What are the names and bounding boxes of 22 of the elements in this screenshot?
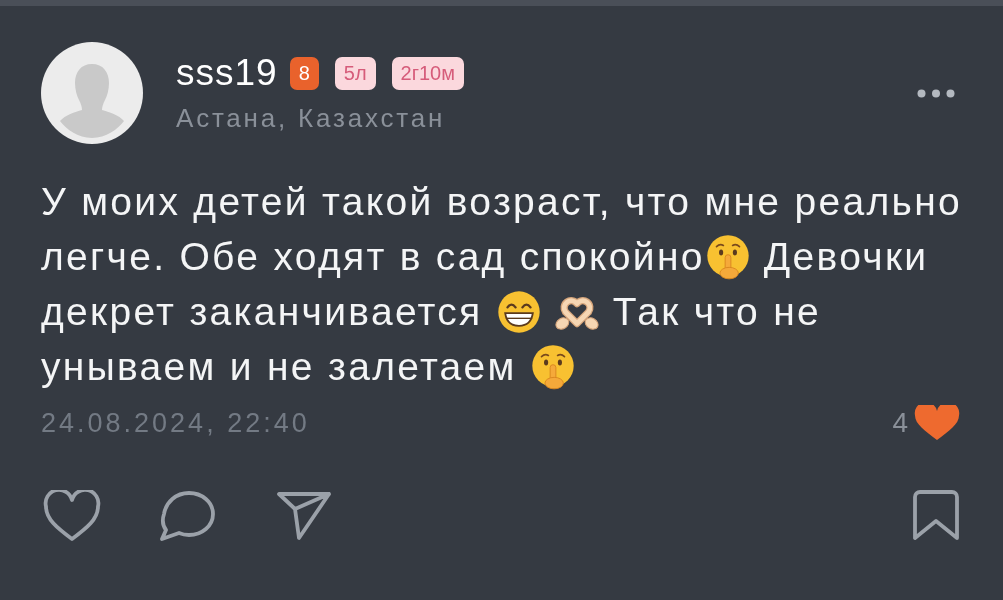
post-text: декрет заканчивается: [41, 289, 484, 335]
shushing-face-emoji-icon: [529, 343, 576, 390]
grinning-face-emoji-icon: [495, 288, 542, 335]
like-icon[interactable]: [43, 490, 101, 542]
user-badge: 8: [289, 56, 319, 90]
bookmark-icon[interactable]: [912, 490, 960, 542]
user-badge: 2г10м: [391, 56, 464, 90]
username[interactable]: sss19: [176, 52, 278, 94]
post-text: Девочки: [762, 234, 929, 280]
more-icon[interactable]: [917, 88, 955, 98]
user-badge: 5л: [334, 56, 376, 90]
shushing-face-emoji-icon: [704, 233, 751, 280]
user-location: Астана, Казахстан: [176, 102, 447, 134]
post-text: У моих детей такой возраст, что мне реально: [41, 179, 962, 225]
comment-icon[interactable]: [158, 490, 216, 542]
heart-icon: [914, 405, 960, 441]
post-date: 24.08.2024, 22:40: [41, 407, 310, 439]
post-text: Так что не: [611, 289, 821, 335]
like-count: 4: [892, 407, 908, 439]
send-icon[interactable]: [276, 491, 332, 541]
post-text: унываем и не залетаем: [41, 344, 518, 390]
post-text: легче. Обе ходят в сад спокойно: [41, 234, 705, 280]
